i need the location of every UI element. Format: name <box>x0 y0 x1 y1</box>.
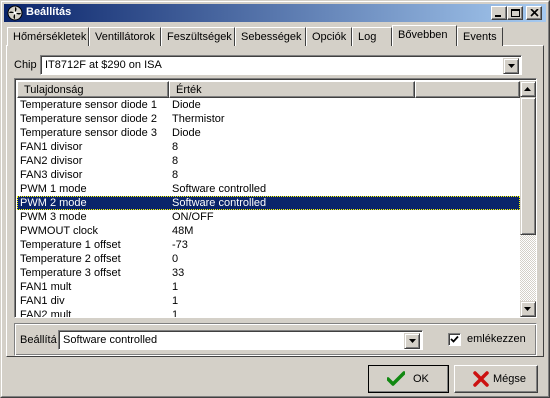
arrow-up-icon <box>524 87 531 91</box>
window-title: Beállítás <box>26 6 72 18</box>
table-row[interactable]: Temperature 3 offset 33 <box>17 266 520 280</box>
property-value: ON/OFF <box>172 211 214 223</box>
tab-options[interactable]: Opciók <box>306 27 352 46</box>
list-rows: Temperature sensor diode 1 Diode Temperatu… <box>17 98 520 318</box>
tab-log[interactable]: Log <box>352 27 392 46</box>
scroll-thumb[interactable] <box>520 97 536 235</box>
chevron-down-icon <box>508 64 515 68</box>
column-header-value[interactable]: Érték <box>169 81 415 98</box>
maximize-icon <box>511 9 520 17</box>
property-value: 48M <box>172 225 194 237</box>
title-bar[interactable]: Beállítás <box>4 4 546 22</box>
remember-label: emlékezzen <box>467 333 526 345</box>
setting-dropdown-button[interactable] <box>404 333 420 349</box>
close-button[interactable] <box>526 6 542 20</box>
setting-value: Software controlled <box>63 334 158 346</box>
red-x-icon <box>473 371 489 387</box>
property-value: 33 <box>172 267 185 279</box>
table-row[interactable]: Temperature sensor diode 2 Thermistor <box>17 112 520 126</box>
table-row[interactable]: Temperature sensor diode 1 Diode <box>17 98 520 112</box>
property-value: 1 <box>172 309 179 318</box>
property-value: 1 <box>172 295 179 307</box>
table-row[interactable]: Temperature sensor diode 3 Diode <box>17 126 520 140</box>
checkmark-icon <box>387 371 405 386</box>
table-row[interactable]: FAN1 div 1 <box>17 294 520 308</box>
property-name: FAN2 mult <box>20 309 72 318</box>
property-name: Temperature 3 offset <box>20 267 121 279</box>
property-name: FAN3 divisor <box>20 169 83 181</box>
property-name: FAN1 divisor <box>20 141 83 153</box>
table-row[interactable]: FAN2 divisor 8 <box>17 154 520 168</box>
chevron-down-icon <box>409 339 416 343</box>
table-row[interactable]: Temperature 1 offset -73 <box>17 238 520 252</box>
tab-events[interactable]: Events <box>457 27 503 46</box>
table-row[interactable]: PWMOUT clock 48M <box>17 224 520 238</box>
setting-label: Beállítá <box>20 334 57 346</box>
property-value: 8 <box>172 141 179 153</box>
chip-value: IT8712F at $290 on ISA <box>45 59 162 71</box>
property-name: Temperature sensor diode 2 <box>20 113 157 125</box>
property-value: Software controlled <box>172 197 267 209</box>
scroll-down-button[interactable] <box>520 301 536 317</box>
chip-select[interactable]: IT8712F at $290 on ISA <box>40 55 522 75</box>
tab-fans[interactable]: Ventillátorok <box>89 27 161 46</box>
property-name: Temperature 2 offset <box>20 253 121 265</box>
table-row[interactable]: FAN1 divisor 8 <box>17 140 520 154</box>
property-name: Temperature sensor diode 3 <box>20 127 157 139</box>
column-header-property[interactable]: Tulajdonság <box>17 81 169 98</box>
cancel-label: Mégse <box>493 373 527 385</box>
property-name: PWMOUT clock <box>20 225 99 237</box>
tab-speeds[interactable]: Sebességek <box>235 27 306 46</box>
property-value: -73 <box>172 239 188 251</box>
setting-select[interactable]: Software controlled <box>58 330 423 350</box>
property-value: Diode <box>172 99 201 111</box>
minimize-button[interactable] <box>491 6 507 20</box>
maximize-button[interactable] <box>507 6 523 20</box>
table-row[interactable]: Temperature 2 offset 0 <box>17 252 520 266</box>
property-name: PWM 3 mode <box>20 211 87 223</box>
arrow-down-icon <box>524 307 531 311</box>
tab-advanced[interactable]: Bővebben <box>392 25 457 46</box>
properties-list[interactable]: Tulajdonság Érték Temperature sensor dio… <box>14 78 537 318</box>
settings-window: Beállítás Hőmérsékletek Ventillátorok Fe… <box>0 0 550 398</box>
property-name: PWM 2 mode <box>20 197 87 209</box>
property-name: PWM 1 mode <box>20 183 87 195</box>
checkmark-icon <box>450 335 459 343</box>
table-row[interactable]: PWM 1 mode Software controlled <box>17 182 520 196</box>
property-value: 8 <box>172 169 179 181</box>
property-name: FAN1 mult <box>20 281 72 293</box>
scroll-up-button[interactable] <box>520 81 536 97</box>
chip-dropdown-button[interactable] <box>503 58 519 74</box>
property-name: Temperature sensor diode 1 <box>20 99 157 111</box>
property-value: Thermistor <box>172 113 225 125</box>
table-row[interactable]: PWM 2 mode Software controlled <box>17 196 520 210</box>
ok-button[interactable]: OK <box>368 365 449 393</box>
table-row[interactable]: FAN3 divisor 8 <box>17 168 520 182</box>
table-row[interactable]: FAN1 mult 1 <box>17 280 520 294</box>
property-value: 8 <box>172 155 179 167</box>
tab-temperatures[interactable]: Hőmérsékletek <box>7 27 89 46</box>
minimize-icon <box>495 15 501 17</box>
list-header: Tulajdonság Érték <box>17 81 520 98</box>
close-icon <box>530 9 539 17</box>
property-value: Diode <box>172 127 201 139</box>
app-fan-icon[interactable] <box>7 5 23 21</box>
table-row[interactable]: FAN2 mult 1 <box>17 308 520 318</box>
property-name: FAN2 divisor <box>20 155 83 167</box>
vertical-scrollbar[interactable] <box>520 81 536 317</box>
property-value: 1 <box>172 281 179 293</box>
property-value: Software controlled <box>172 183 267 195</box>
tab-voltages[interactable]: Feszültségek <box>161 27 235 46</box>
chip-label: Chip <box>14 59 37 71</box>
ok-label: OK <box>413 373 429 385</box>
property-name: Temperature 1 offset <box>20 239 121 251</box>
remember-checkbox[interactable] <box>448 333 461 346</box>
table-row[interactable]: PWM 3 mode ON/OFF <box>17 210 520 224</box>
column-header-filler <box>415 81 520 98</box>
property-name: FAN1 div <box>20 295 65 307</box>
cancel-button[interactable]: Mégse <box>454 365 538 393</box>
property-value: 0 <box>172 253 179 265</box>
